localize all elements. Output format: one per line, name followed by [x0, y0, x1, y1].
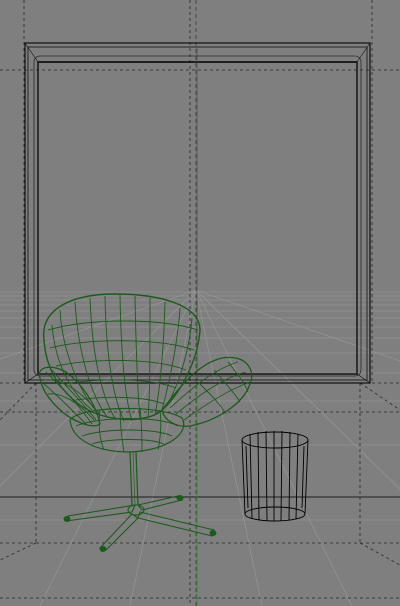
viewport-canvas[interactable]: [0, 0, 400, 606]
viewport-background: [0, 0, 400, 606]
3d-viewport[interactable]: [0, 0, 400, 606]
